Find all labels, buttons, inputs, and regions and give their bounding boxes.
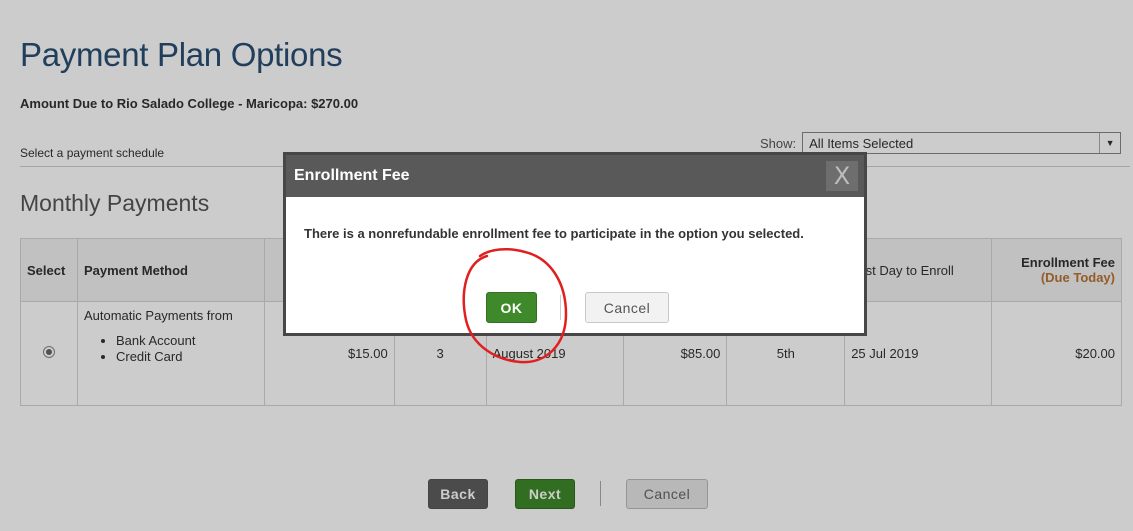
dialog-cancel-button[interactable]: Cancel bbox=[585, 292, 669, 323]
ok-button[interactable]: OK bbox=[486, 292, 537, 323]
close-icon[interactable]: X bbox=[826, 161, 858, 191]
dialog-title: Enrollment Fee bbox=[294, 167, 410, 184]
dialog-button-divider bbox=[560, 295, 561, 320]
dialog-message: There is a nonrefundable enrollment fee … bbox=[304, 226, 804, 241]
dialog-header: Enrollment Fee X bbox=[286, 155, 864, 197]
enrollment-fee-dialog: Enrollment Fee X There is a nonrefundabl… bbox=[283, 152, 867, 336]
